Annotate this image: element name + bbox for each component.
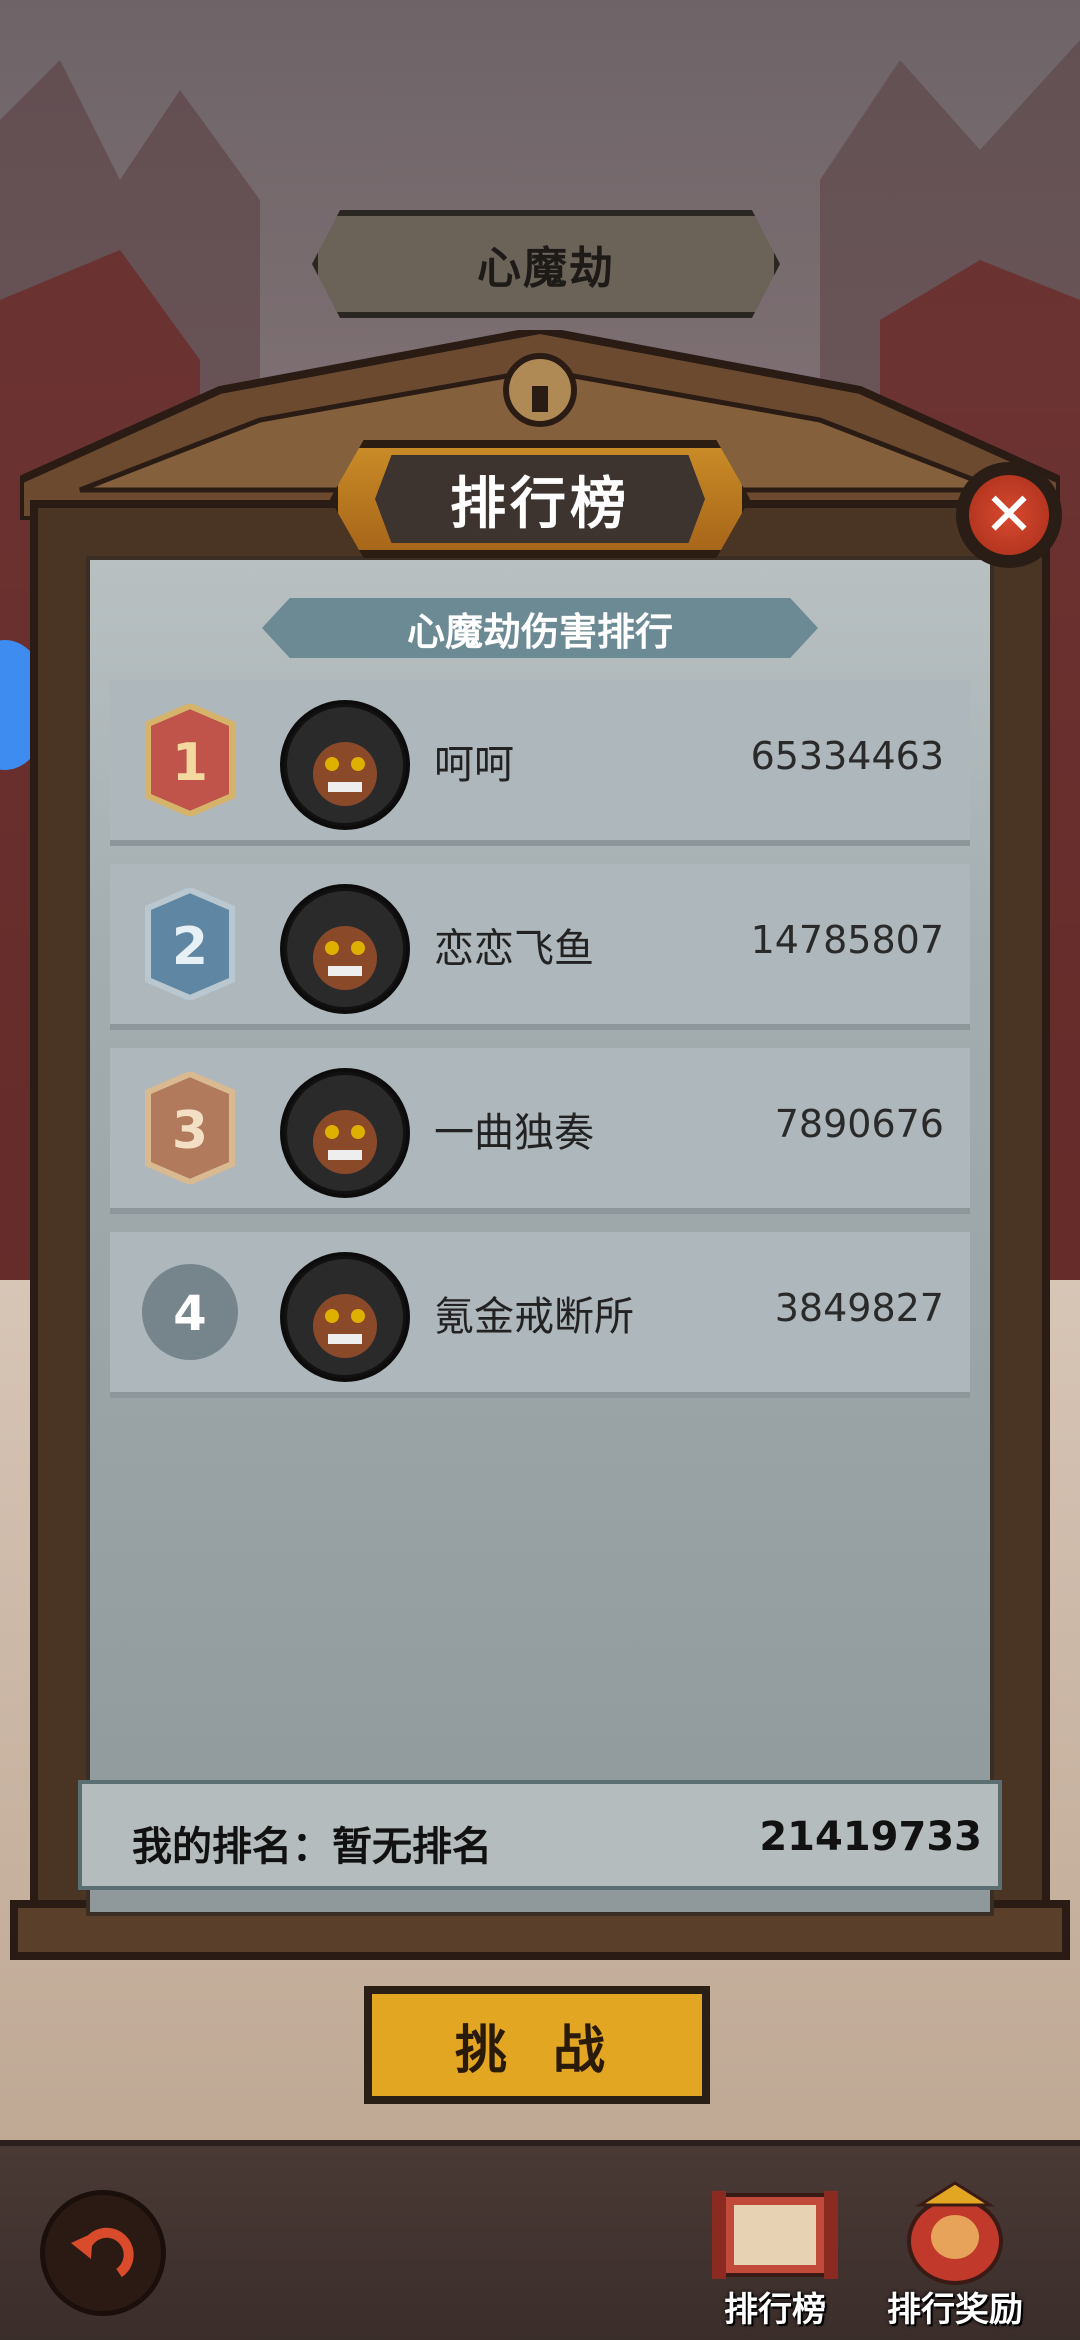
- leaderboard-row-1[interactable]: 1 呵呵 65334463: [110, 680, 970, 846]
- leaderboard-header-inner: 排行榜: [375, 455, 705, 543]
- player-score: 3849827: [774, 1286, 944, 1330]
- rank-badge-icon: 4: [142, 1264, 238, 1360]
- leaderboard-row-2[interactable]: 2 恋恋飞鱼 14785807: [110, 864, 970, 1030]
- player-avatar[interactable]: [280, 884, 410, 1014]
- nav-leaderboard-button[interactable]: 排行榜: [700, 2175, 850, 2335]
- reward-helmet-icon: [907, 2181, 1003, 2285]
- rank-badge-icon: 1: [145, 704, 235, 816]
- player-name: 氪金戒断所: [434, 1294, 634, 1340]
- rank-badge-icon: 2: [145, 888, 235, 1000]
- back-button[interactable]: [40, 2190, 166, 2316]
- player-avatar[interactable]: [280, 700, 410, 830]
- nav-rewards-button[interactable]: 排行奖励: [880, 2175, 1030, 2335]
- leaderboard-row-4[interactable]: 4 氪金戒断所 3849827: [110, 1232, 970, 1398]
- player-score: 65334463: [750, 734, 944, 778]
- player-score: 14785807: [750, 918, 944, 962]
- player-score: 7890676: [774, 1102, 944, 1146]
- nav-rewards-label: 排行奖励: [887, 2290, 1023, 2330]
- my-rank-bar: 我的排名：暂无排名 21419733: [78, 1780, 1002, 1890]
- leaderboard-title: 排行榜: [450, 471, 630, 537]
- event-title: 心魔劫: [477, 243, 615, 294]
- event-title-plate: 心魔劫: [312, 210, 780, 318]
- rank-badge-icon: 3: [145, 1072, 235, 1184]
- challenge-button[interactable]: 挑 战: [364, 1986, 710, 2104]
- rank-number: 1: [172, 733, 208, 793]
- my-rank-prefix: 我的排名：: [132, 1824, 332, 1870]
- close-button[interactable]: ✕: [956, 462, 1062, 568]
- close-x-icon: ✕: [969, 475, 1049, 555]
- rank-number: 4: [173, 1286, 206, 1342]
- challenge-button-label: 挑 战: [454, 2020, 620, 2081]
- leaderboard-header: 排行榜: [330, 440, 750, 558]
- rank-number: 3: [172, 1101, 208, 1161]
- scroll-icon: [712, 2191, 838, 2279]
- my-rank-score: 21419733: [759, 1814, 982, 1860]
- player-name: 呵呵: [434, 742, 514, 788]
- my-rank-label: 我的排名：暂无排名: [132, 1814, 492, 1872]
- leaderboard-row-3[interactable]: 3 一曲独奏 7890676: [110, 1048, 970, 1214]
- my-rank-value: 暂无排名: [332, 1824, 492, 1870]
- player-avatar[interactable]: [280, 1068, 410, 1198]
- player-name: 一曲独奏: [434, 1110, 594, 1156]
- subtitle-banner: 心魔劫伤害排行: [262, 598, 818, 658]
- leaderboard-subtitle: 心魔劫伤害排行: [406, 609, 673, 654]
- back-arrow-icon: [71, 2227, 134, 2278]
- player-avatar[interactable]: [280, 1252, 410, 1382]
- player-name: 恋恋飞鱼: [434, 926, 594, 972]
- nav-leaderboard-label: 排行榜: [724, 2290, 826, 2330]
- rank-number: 2: [172, 917, 208, 977]
